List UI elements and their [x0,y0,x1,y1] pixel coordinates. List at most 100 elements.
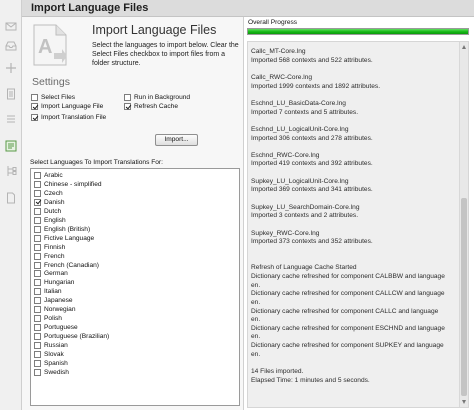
refresh-cache-checkbox[interactable]: Refresh Cache [124,103,178,110]
import-language-file-checkbox[interactable]: Import Language File [31,103,103,110]
language-item[interactable]: Slovak [34,351,64,358]
language-item[interactable]: Dutch [34,207,61,215]
list-icon[interactable] [5,113,17,125]
language-label: Polish [44,315,62,323]
add-icon[interactable] [5,62,17,74]
language-item[interactable]: Danish [34,198,65,206]
language-item[interactable]: Portuguese [34,324,78,332]
languages-label: Select Languages To Import Translations … [30,159,163,166]
languages-list[interactable]: Arabic Chinese - simplified Czech Danish Dut… [30,168,240,406]
language-checkbox[interactable] [34,306,41,314]
log-scrollbar[interactable] [459,42,468,407]
language-checkbox[interactable] [34,243,41,251]
language-checkbox[interactable] [34,261,41,269]
log-line: Imported 1999 contexts and 1892 attribut… [251,82,381,90]
log-line: en. [251,316,261,324]
checkbox-box[interactable] [124,94,131,101]
language-checkbox[interactable] [34,279,41,287]
language-item[interactable]: French [34,252,65,260]
checkbox-box[interactable] [124,103,131,110]
language-checkbox[interactable] [34,351,41,358]
language-checkbox[interactable] [34,333,41,341]
checkbox-box[interactable] [31,114,38,121]
language-item[interactable]: English [34,216,66,224]
scroll-down-arrow-icon[interactable] [462,400,466,404]
language-item[interactable]: Japanese [34,297,73,305]
language-label: Portuguese [44,324,78,332]
run-in-background-checkbox[interactable]: Run in Background [124,94,190,101]
language-label: Czech [44,189,63,197]
language-item[interactable]: Czech [34,189,63,197]
language-item[interactable]: Norwegian [34,306,76,314]
checkbox-box[interactable] [31,94,38,101]
language-checkbox[interactable] [34,172,41,179]
scroll-thumb[interactable] [461,198,467,396]
log-line: Imported 7 contexts and 5 attributes. [251,108,359,116]
language-checkbox[interactable] [34,342,41,350]
log-line: Supkey_RWC-Core.lng [251,229,320,237]
language-label: Danish [44,198,65,206]
language-checkbox[interactable] [34,297,41,305]
language-label: German [44,270,68,278]
title-bar: Import Language Files [22,0,474,17]
overall-progress-bar [247,28,469,35]
language-label: Norwegian [44,306,76,314]
language-item[interactable]: Arabic [34,172,63,179]
language-label: French [44,252,65,260]
language-item[interactable]: Swedish [34,368,69,376]
language-checkbox[interactable] [34,270,41,278]
language-checkbox[interactable] [34,359,41,367]
language-label: Fictive Language [44,234,95,242]
language-checkbox[interactable] [34,234,41,242]
import-language-file-label: Import Language File [41,103,104,110]
import-button[interactable]: Import... [155,134,198,146]
log-line: Refresh of Language Cache Started [251,264,357,272]
language-label: Japanese [44,297,73,305]
language-item[interactable]: French (Canadian) [34,261,99,269]
language-checkbox[interactable] [34,180,41,188]
language-files-icon[interactable] [5,140,17,152]
import-translation-file-checkbox[interactable]: Import Translation File [31,114,106,121]
document-icon[interactable] [5,88,17,100]
log-line: en. [251,281,261,289]
log-line: Imported 3 contexts and 2 attributes. [251,212,359,220]
language-checkbox[interactable] [34,368,41,376]
language-checkbox[interactable] [34,216,41,224]
language-checkbox[interactable] [34,315,41,323]
tree-icon[interactable] [5,165,17,177]
language-item[interactable]: Fictive Language [34,234,95,242]
language-checkbox[interactable] [34,252,41,260]
language-item[interactable]: Portuguese (Brazilian) [34,333,109,341]
log-line: Supkey_LU_LogicalUnit-Core.lng [251,177,349,185]
inbox-icon[interactable] [5,40,17,52]
language-item[interactable]: Polish [34,315,62,323]
log-line: Imported 568 contexts and 522 attributes… [251,56,373,64]
language-label: Slovak [44,351,64,358]
window-title: Import Language Files [31,2,149,14]
language-item[interactable]: Spanish [34,359,68,367]
language-checkbox[interactable] [34,288,41,296]
language-item[interactable]: Finnish [34,243,65,251]
page-description: Select the languages to import below. Cl… [92,42,239,67]
log-line: Dictionary cache refreshed for component… [251,272,445,280]
language-checkbox[interactable] [34,324,41,332]
language-checkbox[interactable] [34,189,41,197]
language-item[interactable]: Russian [34,342,68,350]
mail-icon[interactable] [5,20,17,32]
log-line: en. [251,333,261,341]
language-checkbox[interactable] [34,198,41,206]
language-item[interactable]: Hungarian [34,279,74,287]
log-output[interactable]: Callc_MT-Core.lng Imported 568 contexts a… [247,41,469,408]
language-item[interactable]: English (British) [34,225,90,233]
page-icon[interactable] [5,192,17,204]
select-files-checkbox[interactable]: Select Files [31,94,75,101]
language-item[interactable]: Italian [34,288,62,296]
language-item[interactable]: German [34,270,68,278]
checkbox-box[interactable] [31,103,38,110]
scroll-up-arrow-icon[interactable] [462,45,466,49]
language-item[interactable]: Chinese - simplified [34,180,102,188]
run-in-background-label: Run in Background [134,94,191,101]
language-checkbox[interactable] [34,207,41,215]
log-line: Dictionary cache refreshed for component… [251,307,439,315]
language-checkbox[interactable] [34,225,41,233]
